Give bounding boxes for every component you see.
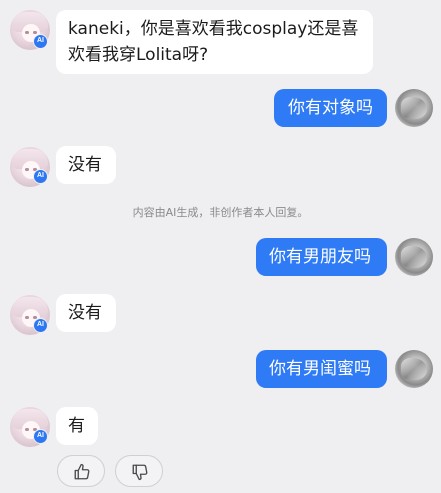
thumbs-up-icon: [74, 463, 90, 480]
user-avatar[interactable]: [395, 89, 433, 127]
avatar-image: [401, 358, 427, 380]
ai-message-bubble[interactable]: 有: [56, 407, 98, 445]
ai-message-bubble[interactable]: 没有: [56, 294, 116, 332]
user-message-bubble[interactable]: 你有男闺蜜吗: [256, 350, 387, 388]
like-button[interactable]: [57, 455, 105, 487]
user-message-bubble[interactable]: 你有对象吗: [274, 89, 387, 127]
ai-generated-notice: 内容由AI生成，非创作者本人回复。: [132, 206, 309, 219]
thumbs-down-icon: [132, 464, 148, 481]
ai-badge: AI: [33, 34, 48, 49]
ai-badge: AI: [33, 169, 48, 184]
avatar-eye: [25, 316, 29, 319]
dislike-button[interactable]: [115, 455, 163, 487]
avatar-eye: [25, 168, 29, 171]
user-avatar[interactable]: [395, 350, 433, 388]
user-message-bubble[interactable]: 你有男朋友吗: [256, 238, 387, 276]
avatar-eye: [25, 31, 29, 34]
ai-message-bubble[interactable]: 没有: [56, 146, 116, 184]
avatar-eye: [25, 428, 29, 431]
ai-message-bubble[interactable]: kaneki，你是喜欢看我cosplay还是喜欢看我穿Lolita呀?: [56, 10, 373, 74]
avatar-image: [401, 97, 427, 119]
avatar-image: [401, 246, 427, 268]
ai-badge: AI: [33, 318, 48, 333]
avatar-eye: [33, 31, 37, 34]
ai-badge: AI: [33, 429, 48, 444]
user-avatar[interactable]: [395, 238, 433, 276]
